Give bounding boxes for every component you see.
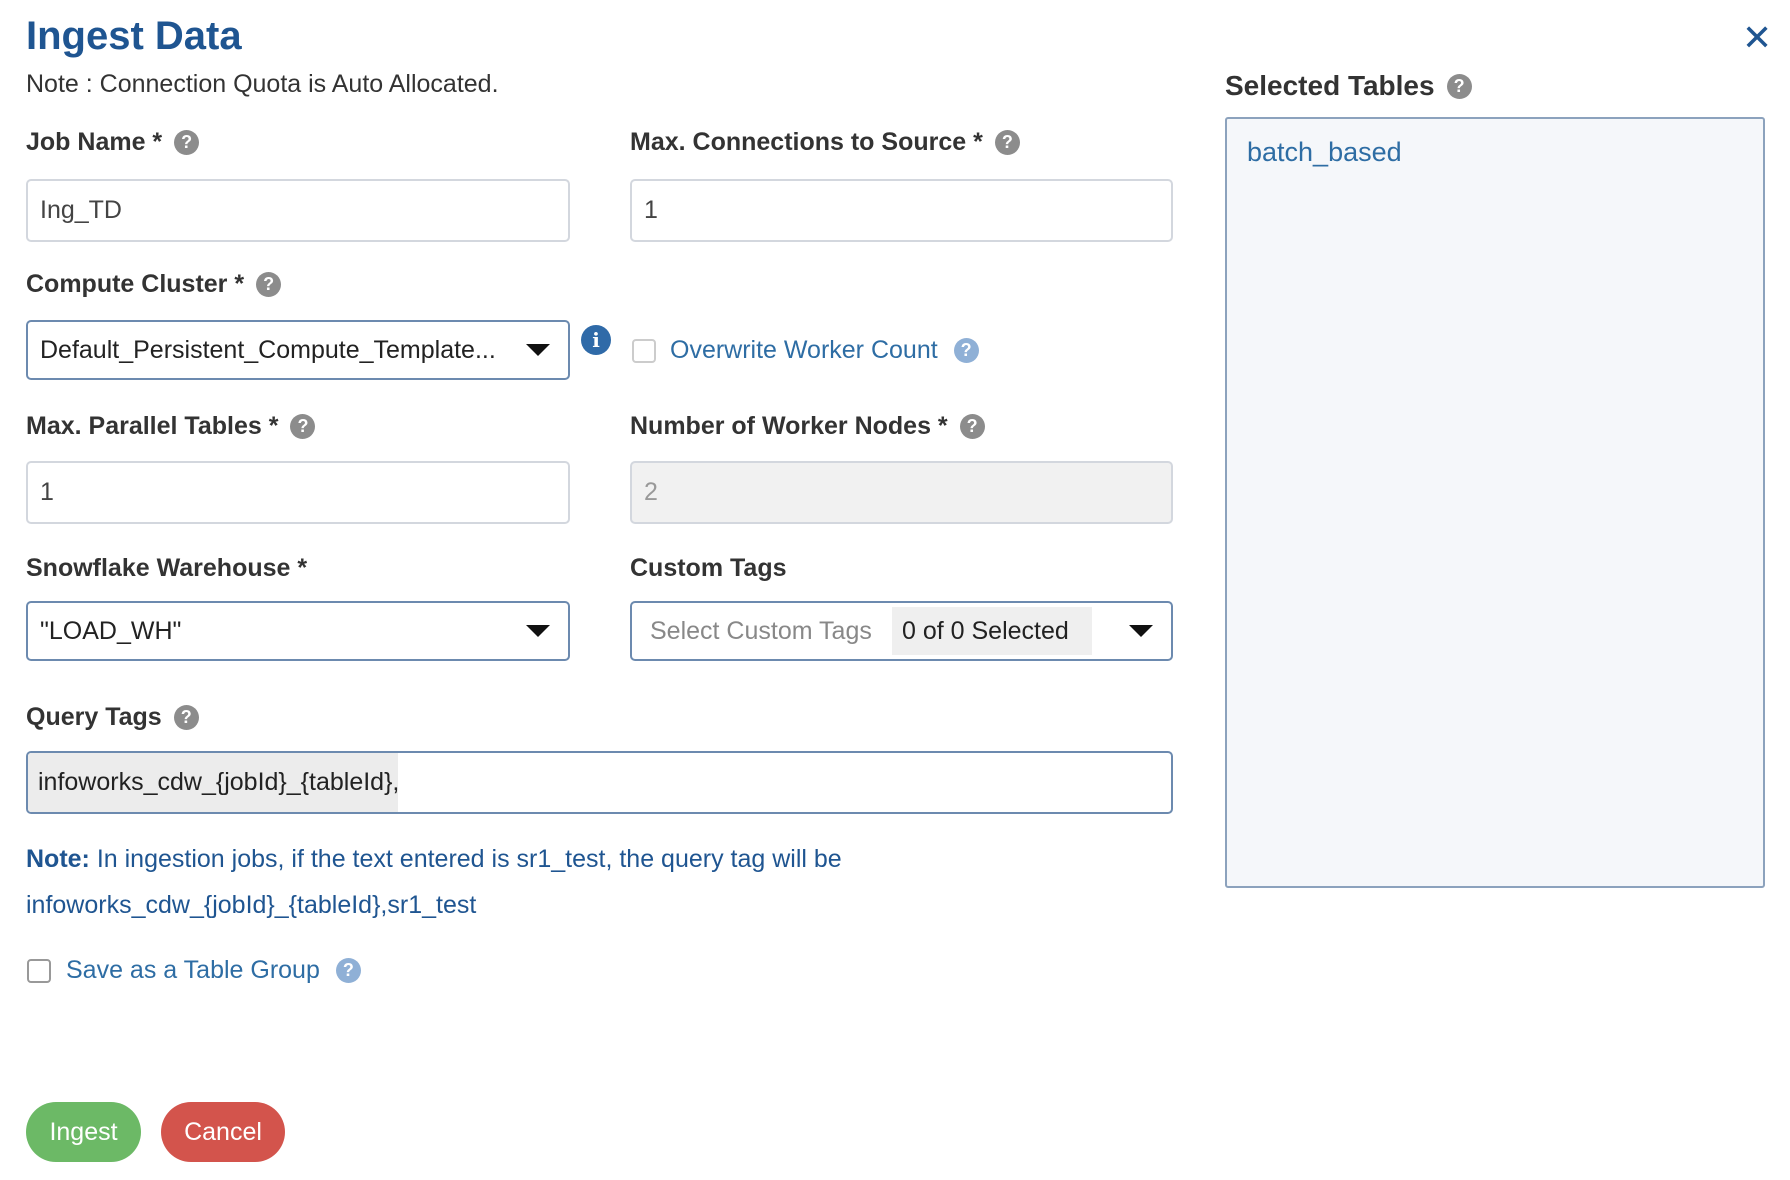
worker-nodes-label-text: Number of Worker Nodes * [630,412,948,440]
note-prefix: Note: [26,845,90,873]
caret-down-icon [526,625,550,637]
cancel-button[interactable]: Cancel [161,1102,285,1162]
job-name-label-text: Job Name * [26,128,163,156]
query-tags-note-line2: infoworks_cdw_{jobId}_{tableId},sr1_test [26,891,477,919]
query-tag-chip: infoworks_cdw_{jobId}_{tableId}, [28,753,399,812]
compute-cluster-value: Default_Persistent_Compute_Template... [40,335,496,364]
help-icon[interactable]: ? [174,130,200,155]
ingest-button[interactable]: Ingest [26,1102,141,1162]
caret-down-icon [1129,625,1153,637]
job-name-value: Ing_TD [40,196,122,224]
job-name-label: Job Name * ? [26,128,200,157]
max-connections-value: 1 [644,196,658,224]
worker-nodes-value: 2 [644,478,658,506]
selected-table-item[interactable]: batch_based [1247,137,1402,168]
max-parallel-tables-label-text: Max. Parallel Tables * [26,412,279,440]
overwrite-worker-count-checkbox[interactable] [632,339,656,363]
snowflake-warehouse-label-text: Snowflake Warehouse * [26,554,308,582]
connection-quota-note: Note : Connection Quota is Auto Allocate… [26,70,499,98]
dialog-title: Ingest Data [26,14,242,58]
max-parallel-tables-value: 1 [40,478,54,506]
custom-tags-label-text: Custom Tags [630,554,787,582]
custom-tags-placeholder: Select Custom Tags [650,617,872,645]
overwrite-worker-count-label: Overwrite Worker Count ? [670,336,979,365]
snowflake-warehouse-label: Snowflake Warehouse * [26,554,307,583]
help-icon[interactable]: ? [256,272,282,297]
help-icon[interactable]: ? [1446,73,1472,99]
selected-tables-label-text: Selected Tables [1225,70,1435,101]
max-parallel-tables-input[interactable]: 1 [26,461,570,524]
job-name-input[interactable]: Ing_TD [26,179,570,242]
selected-tables-label: Selected Tables ? [1225,70,1472,102]
query-tags-label: Query Tags ? [26,703,199,732]
max-connections-label-text: Max. Connections to Source * [630,128,983,156]
selected-tables-panel: batch_based [1225,117,1765,888]
help-icon[interactable]: ? [173,705,199,730]
worker-nodes-label: Number of Worker Nodes * ? [630,412,985,441]
custom-tags-select[interactable]: Select Custom Tags 0 of 0 Selected [630,601,1173,661]
query-tags-input[interactable]: infoworks_cdw_{jobId}_{tableId}, [26,751,1173,814]
snowflake-warehouse-value: "LOAD_WH" [40,616,182,645]
help-icon[interactable]: ? [959,414,985,439]
help-icon[interactable]: ? [335,958,361,983]
compute-cluster-label: Compute Cluster * ? [26,270,282,299]
help-icon[interactable]: ? [953,338,979,363]
snowflake-warehouse-select[interactable]: "LOAD_WH" [26,601,570,661]
query-tags-note-line1: Note: In ingestion jobs, if the text ent… [26,845,842,874]
save-table-group-label: Save as a Table Group ? [66,956,361,985]
overwrite-worker-count-text: Overwrite Worker Count [670,336,938,364]
info-circle-icon[interactable]: i [581,325,611,355]
help-icon[interactable]: ? [994,130,1020,155]
query-tags-label-text: Query Tags [26,703,162,731]
close-icon[interactable]: ✕ [1742,18,1772,58]
compute-cluster-select[interactable]: Default_Persistent_Compute_Template... [26,320,570,380]
help-icon[interactable]: ? [290,414,316,439]
save-table-group-checkbox[interactable] [27,959,51,983]
worker-nodes-input: 2 [630,461,1173,524]
note-text: In ingestion jobs, if the text entered i… [89,845,842,873]
max-connections-label: Max. Connections to Source * ? [630,128,1020,157]
caret-down-icon [526,344,550,356]
custom-tags-count: 0 of 0 Selected [892,607,1092,655]
max-connections-input[interactable]: 1 [630,179,1173,242]
save-table-group-text: Save as a Table Group [66,956,320,984]
custom-tags-label: Custom Tags [630,554,787,583]
max-parallel-tables-label: Max. Parallel Tables * ? [26,412,316,441]
compute-cluster-label-text: Compute Cluster * [26,270,245,298]
